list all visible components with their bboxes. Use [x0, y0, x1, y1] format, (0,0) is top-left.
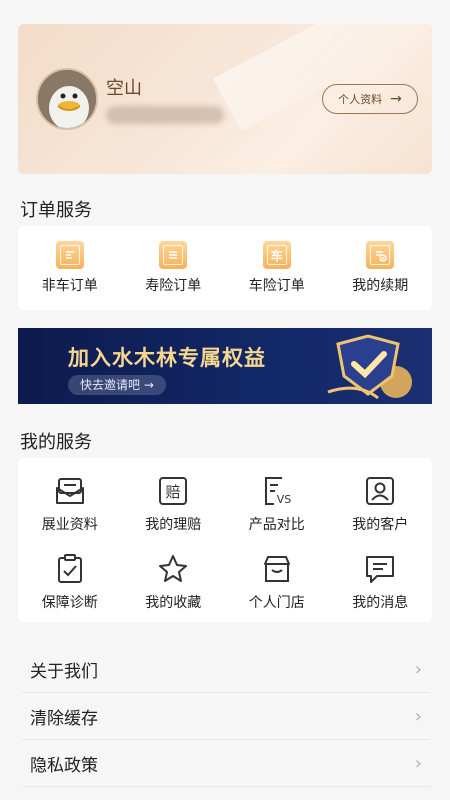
- order-services-card: 非车订单 寿险订单 车 车险订单 我的续期: [18, 226, 432, 310]
- list-item-clear-cache[interactable]: 清除缓存 ›: [22, 693, 430, 740]
- list-item-label: 隐私政策: [30, 755, 98, 776]
- arrow-right-icon: →: [390, 91, 402, 107]
- service-item-claims[interactable]: 赔 我的理赔: [122, 464, 226, 544]
- duck-avatar-icon: [38, 70, 96, 128]
- diagnosis-icon: [57, 554, 82, 583]
- car-order-icon: 车: [262, 241, 291, 269]
- service-item-diagnosis[interactable]: 保障诊断: [18, 544, 122, 620]
- order-item-non-car[interactable]: 非车订单: [18, 226, 122, 310]
- profile-button-label: 个人资料: [338, 93, 383, 106]
- service-item-customers[interactable]: 我的客户: [329, 464, 433, 544]
- list-item-label: 关于我们: [30, 661, 98, 682]
- order-item-renewal[interactable]: 我的续期: [329, 226, 433, 310]
- service-item-label: 我的客户: [352, 517, 409, 533]
- order-services-title: 订单服务: [20, 200, 92, 221]
- service-item-messages[interactable]: 我的消息: [329, 544, 433, 620]
- renewal-icon: [366, 241, 395, 269]
- service-item-label: 产品对比: [248, 517, 305, 533]
- service-item-label: 保障诊断: [41, 595, 98, 611]
- order-item-label: 寿险订单: [145, 278, 202, 294]
- service-item-materials[interactable]: 展业资料: [18, 464, 122, 544]
- order-item-label: 非车订单: [41, 278, 98, 294]
- customer-icon: [366, 477, 395, 505]
- user-name: 空山: [106, 78, 142, 99]
- service-item-store[interactable]: 个人门店: [225, 544, 329, 620]
- list-item-label: 清除缓存: [30, 708, 98, 729]
- service-item-label: 我的收藏: [145, 595, 202, 611]
- service-item-compare[interactable]: VS 产品对比: [225, 464, 329, 544]
- order-item-life[interactable]: 寿险订单: [122, 226, 226, 310]
- my-services-title: 我的服务: [20, 432, 92, 453]
- promo-banner[interactable]: 加入水木林专属权益 快去邀请吧 →: [18, 328, 432, 404]
- order-doc-icon: [55, 241, 84, 269]
- order-item-car[interactable]: 车 车险订单: [225, 226, 329, 310]
- my-services-card: 展业资料 赔 我的理赔 VS 产品对比 我的客户 保障诊断 我的收藏 个人门店 …: [18, 458, 432, 622]
- settings-list: 关于我们 › 清除缓存 › 隐私政策 ›: [22, 646, 430, 787]
- status-bar: [0, 0, 450, 22]
- life-order-icon: [159, 241, 188, 269]
- claim-icon: 赔: [159, 477, 188, 505]
- chevron-right-icon: ›: [414, 752, 422, 774]
- envelope-icon: [55, 478, 84, 504]
- order-item-label: 我的续期: [352, 278, 409, 294]
- claim-glyph: 赔: [166, 483, 181, 501]
- avatar[interactable]: [36, 68, 98, 130]
- service-item-favorites[interactable]: 我的收藏: [122, 544, 226, 620]
- service-item-label: 展业资料: [41, 517, 98, 533]
- chevron-right-icon: ›: [414, 705, 422, 727]
- profile-button[interactable]: 个人资料 →: [322, 84, 418, 114]
- service-item-label: 我的消息: [352, 595, 409, 611]
- service-item-label: 我的理赔: [145, 517, 202, 533]
- store-icon: [263, 556, 290, 582]
- order-item-label: 车险订单: [248, 278, 305, 294]
- car-glyph: 车: [270, 248, 283, 263]
- decorative-streak: [213, 24, 432, 132]
- star-icon: [159, 555, 188, 582]
- list-item-privacy[interactable]: 隐私政策 ›: [22, 740, 430, 787]
- blurred-phone-number: [106, 106, 224, 124]
- shield-check-icon: [327, 334, 412, 400]
- list-item-about[interactable]: 关于我们 ›: [22, 646, 430, 693]
- banner-title: 加入水木林专属权益: [68, 346, 266, 370]
- service-item-label: 个人门店: [248, 595, 305, 611]
- profile-card: 空山 个人资料 →: [18, 24, 432, 174]
- chevron-right-icon: ›: [414, 658, 422, 680]
- vs-glyph: VS: [276, 493, 291, 506]
- message-icon: [366, 556, 395, 583]
- compare-icon: VS: [264, 477, 291, 506]
- banner-invite-button[interactable]: 快去邀请吧 →: [68, 375, 166, 395]
